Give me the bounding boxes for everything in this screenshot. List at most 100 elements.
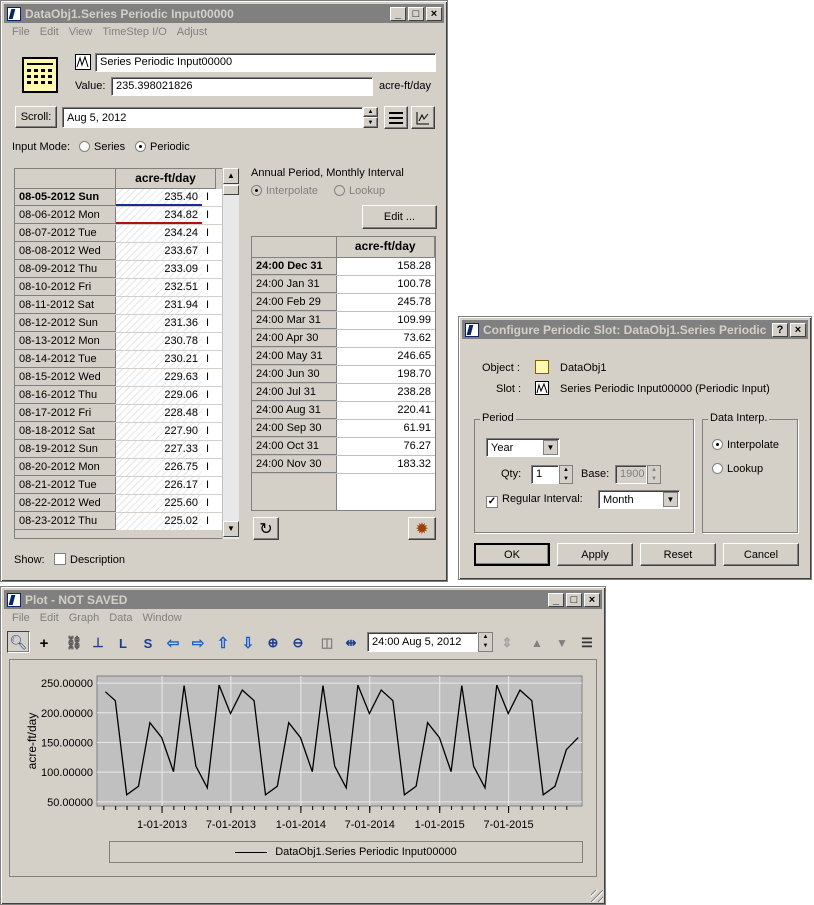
help-icon[interactable]: ? [772, 322, 788, 337]
periodic-row-label[interactable]: 24:00 Mar 31 [252, 312, 337, 329]
periodic-row-label[interactable]: 24:00 Sep 30 [252, 420, 337, 437]
series-column-header[interactable]: acre-ft/day [116, 169, 216, 189]
periodic-row[interactable]: 24:00 Jun 30 198.70 [252, 366, 435, 384]
periodic-row[interactable]: 24:00 Jul 31 238.28 [252, 384, 435, 402]
value-field[interactable]: 235.398021826 [111, 77, 373, 96]
interval-select[interactable]: Month ▼ [598, 490, 680, 509]
periodic-row[interactable]: 24:00 Aug 31 220.41 [252, 402, 435, 420]
menu-edit[interactable]: Edit [35, 611, 64, 625]
periodic-row-label[interactable]: 24:00 Feb 29 [252, 294, 337, 311]
row-date[interactable]: 08-11-2012 Sat [15, 297, 116, 314]
table-row[interactable]: 08-16-2012 Thu 229.06 I [15, 387, 238, 405]
menu-file[interactable]: File [7, 611, 35, 625]
row-value[interactable]: 234.24 [116, 225, 202, 242]
row-date[interactable]: 08-15-2012 Wed [15, 369, 116, 386]
row-value[interactable]: 225.60 [116, 495, 202, 512]
row-date[interactable]: 08-23-2012 Thu [15, 513, 116, 530]
plot-titlebar[interactable]: Plot - NOT SAVED _ □ × [4, 590, 602, 609]
minimize-icon[interactable]: _ [390, 6, 406, 21]
table-row[interactable]: 08-20-2012 Mon 226.75 I [15, 459, 238, 477]
periodic-row-value[interactable]: 246.65 [337, 348, 435, 365]
row-value[interactable]: 233.67 [116, 243, 202, 260]
mode-periodic-radio[interactable]: Periodic [135, 141, 190, 153]
close-icon[interactable]: × [790, 322, 806, 337]
table-row[interactable]: 08-13-2012 Mon 230.78 I [15, 333, 238, 351]
maximize-icon[interactable]: □ [566, 592, 582, 607]
periodic-row-label[interactable]: 24:00 Dec 31 [252, 258, 337, 275]
row-date[interactable]: 08-14-2012 Tue [15, 351, 116, 368]
table-row[interactable]: 08-15-2012 Wed 229.63 I [15, 369, 238, 387]
row-date[interactable]: 08-16-2012 Thu [15, 387, 116, 404]
row-value[interactable]: 232.51 [116, 279, 202, 296]
scroll-date-field[interactable]: Aug 5, 2012 [62, 107, 363, 128]
row-value[interactable]: 231.94 [116, 297, 202, 314]
periodic-column-header[interactable]: acre-ft/day [336, 237, 435, 258]
maximize-icon[interactable]: □ [408, 6, 424, 21]
refresh-icon[interactable]: ↻ [253, 517, 279, 540]
table-row[interactable]: 08-21-2012 Tue 226.17 I [15, 477, 238, 495]
periodic-row-value[interactable]: 109.99 [337, 312, 435, 329]
periodic-row[interactable]: 24:00 Sep 30 61.91 [252, 420, 435, 438]
description-checkbox[interactable]: Description [54, 553, 125, 566]
periodic-row-value[interactable]: 76.27 [337, 438, 435, 455]
menu-window[interactable]: Window [138, 611, 187, 625]
row-value[interactable]: 234.82 [116, 207, 202, 224]
series-table-scrollbar[interactable]: ▲ ▼ [222, 168, 239, 539]
table-row[interactable]: 08-05-2012 Sun 235.40 I [15, 189, 238, 207]
menu-edit[interactable]: Edit [35, 25, 64, 39]
table-row[interactable]: 08-12-2012 Sun 231.36 I [15, 315, 238, 333]
table-row[interactable]: 08-19-2012 Sun 227.33 I [15, 441, 238, 459]
qty-spinner[interactable]: ▲ ▼ [559, 465, 573, 484]
periodic-row-value[interactable]: 73.62 [337, 330, 435, 347]
regular-interval-checkbox[interactable]: ✓ Regular Interval: [486, 493, 583, 508]
table-row[interactable]: 08-22-2012 Wed 225.60 I [15, 495, 238, 513]
row-value[interactable]: 230.78 [116, 333, 202, 350]
row-value[interactable]: 226.75 [116, 459, 202, 476]
row-value[interactable]: 226.17 [116, 477, 202, 494]
table-row[interactable]: 08-09-2012 Thu 233.09 I [15, 261, 238, 279]
apply-button[interactable]: Apply [557, 543, 633, 566]
cancel-button[interactable]: Cancel [723, 543, 799, 566]
table-row[interactable]: 08-06-2012 Mon 234.82 I [15, 207, 238, 225]
period-select[interactable]: Year ▼ [486, 438, 560, 457]
lookup-radio[interactable]: Lookup [334, 185, 385, 197]
row-value[interactable]: 228.48 [116, 405, 202, 422]
periodic-row-label[interactable]: 24:00 Apr 30 [252, 330, 337, 347]
scroll-down-icon[interactable]: ▼ [223, 521, 239, 537]
settings-gear-icon[interactable]: ✹ [408, 517, 436, 540]
series-window-titlebar[interactable]: DataObj1.Series Periodic Input00000 _ □ … [4, 4, 444, 23]
periodic-row-value[interactable]: 198.70 [337, 366, 435, 383]
periodic-row[interactable]: 24:00 Apr 30 73.62 [252, 330, 435, 348]
table-row[interactable]: 08-10-2012 Fri 232.51 I [15, 279, 238, 297]
periodic-row[interactable]: 24:00 Feb 29 245.78 [252, 294, 435, 312]
periodic-row-value[interactable]: 100.78 [337, 276, 435, 293]
row-value[interactable]: 229.63 [116, 369, 202, 386]
row-value[interactable]: 229.06 [116, 387, 202, 404]
scroll-button[interactable]: Scroll: [15, 106, 57, 128]
periodic-row-value[interactable]: 245.78 [337, 294, 435, 311]
slot-name-field[interactable]: Series Periodic Input00000 [95, 53, 436, 72]
edit-periodic-button[interactable]: Edit ... [362, 205, 437, 229]
periodic-row-label[interactable]: 24:00 Aug 31 [252, 402, 337, 419]
base-spinner[interactable]: ▲ ▼ [647, 465, 661, 484]
spin-up-icon[interactable]: ▲ [363, 107, 378, 117]
table-row[interactable]: 08-17-2012 Fri 228.48 I [15, 405, 238, 423]
row-value[interactable]: 231.36 [116, 315, 202, 332]
row-date[interactable]: 08-09-2012 Thu [15, 261, 116, 278]
periodic-row-label[interactable]: 24:00 Jun 30 [252, 366, 337, 383]
ok-button[interactable]: OK [474, 543, 550, 566]
periodic-row-value[interactable]: 238.28 [337, 384, 435, 401]
row-value[interactable]: 225.02 [116, 513, 202, 530]
menu-file[interactable]: File [7, 25, 35, 39]
dialog-interpolate-radio[interactable]: Interpolate [712, 439, 779, 451]
qty-field[interactable]: 1 [531, 465, 559, 484]
row-value[interactable]: 230.21 [116, 351, 202, 368]
row-date[interactable]: 08-22-2012 Wed [15, 495, 116, 512]
row-value[interactable]: 227.33 [116, 441, 202, 458]
table-row[interactable]: 08-08-2012 Wed 233.67 I [15, 243, 238, 261]
periodic-row[interactable]: 24:00 May 31 246.65 [252, 348, 435, 366]
periodic-row[interactable]: 24:00 Mar 31 109.99 [252, 312, 435, 330]
table-row[interactable]: 08-07-2012 Tue 234.24 I [15, 225, 238, 243]
periodic-row[interactable]: 24:00 Jan 31 100.78 [252, 276, 435, 294]
row-date[interactable]: 08-12-2012 Sun [15, 315, 116, 332]
